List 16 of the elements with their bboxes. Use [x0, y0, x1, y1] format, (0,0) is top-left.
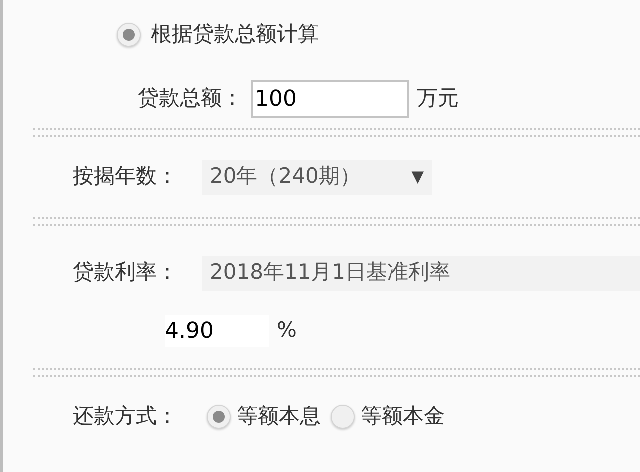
- option-label: 等额本息: [237, 403, 321, 430]
- radio-button[interactable]: [117, 23, 141, 47]
- option-label: 根据贷款总额计算: [151, 21, 319, 48]
- unit-label: %: [277, 317, 297, 344]
- radio-button[interactable]: [331, 405, 355, 429]
- option-label: 等额本金: [361, 403, 445, 430]
- dropdown[interactable]: 2018年11月1日基准利率: [202, 256, 640, 290]
- radio-button[interactable]: [207, 405, 231, 429]
- dropdown[interactable]: 20年（240期） ▼: [202, 160, 432, 194]
- field-label: 还款方式：: [73, 403, 179, 430]
- input-field[interactable]: 4.90: [165, 315, 269, 347]
- field-label: 贷款总额：: [138, 85, 243, 112]
- input-field[interactable]: 100: [251, 80, 409, 118]
- field-label: 贷款利率：: [73, 259, 179, 286]
- unit-label: 万元: [417, 85, 459, 112]
- field-label: 按揭年数：: [73, 163, 179, 190]
